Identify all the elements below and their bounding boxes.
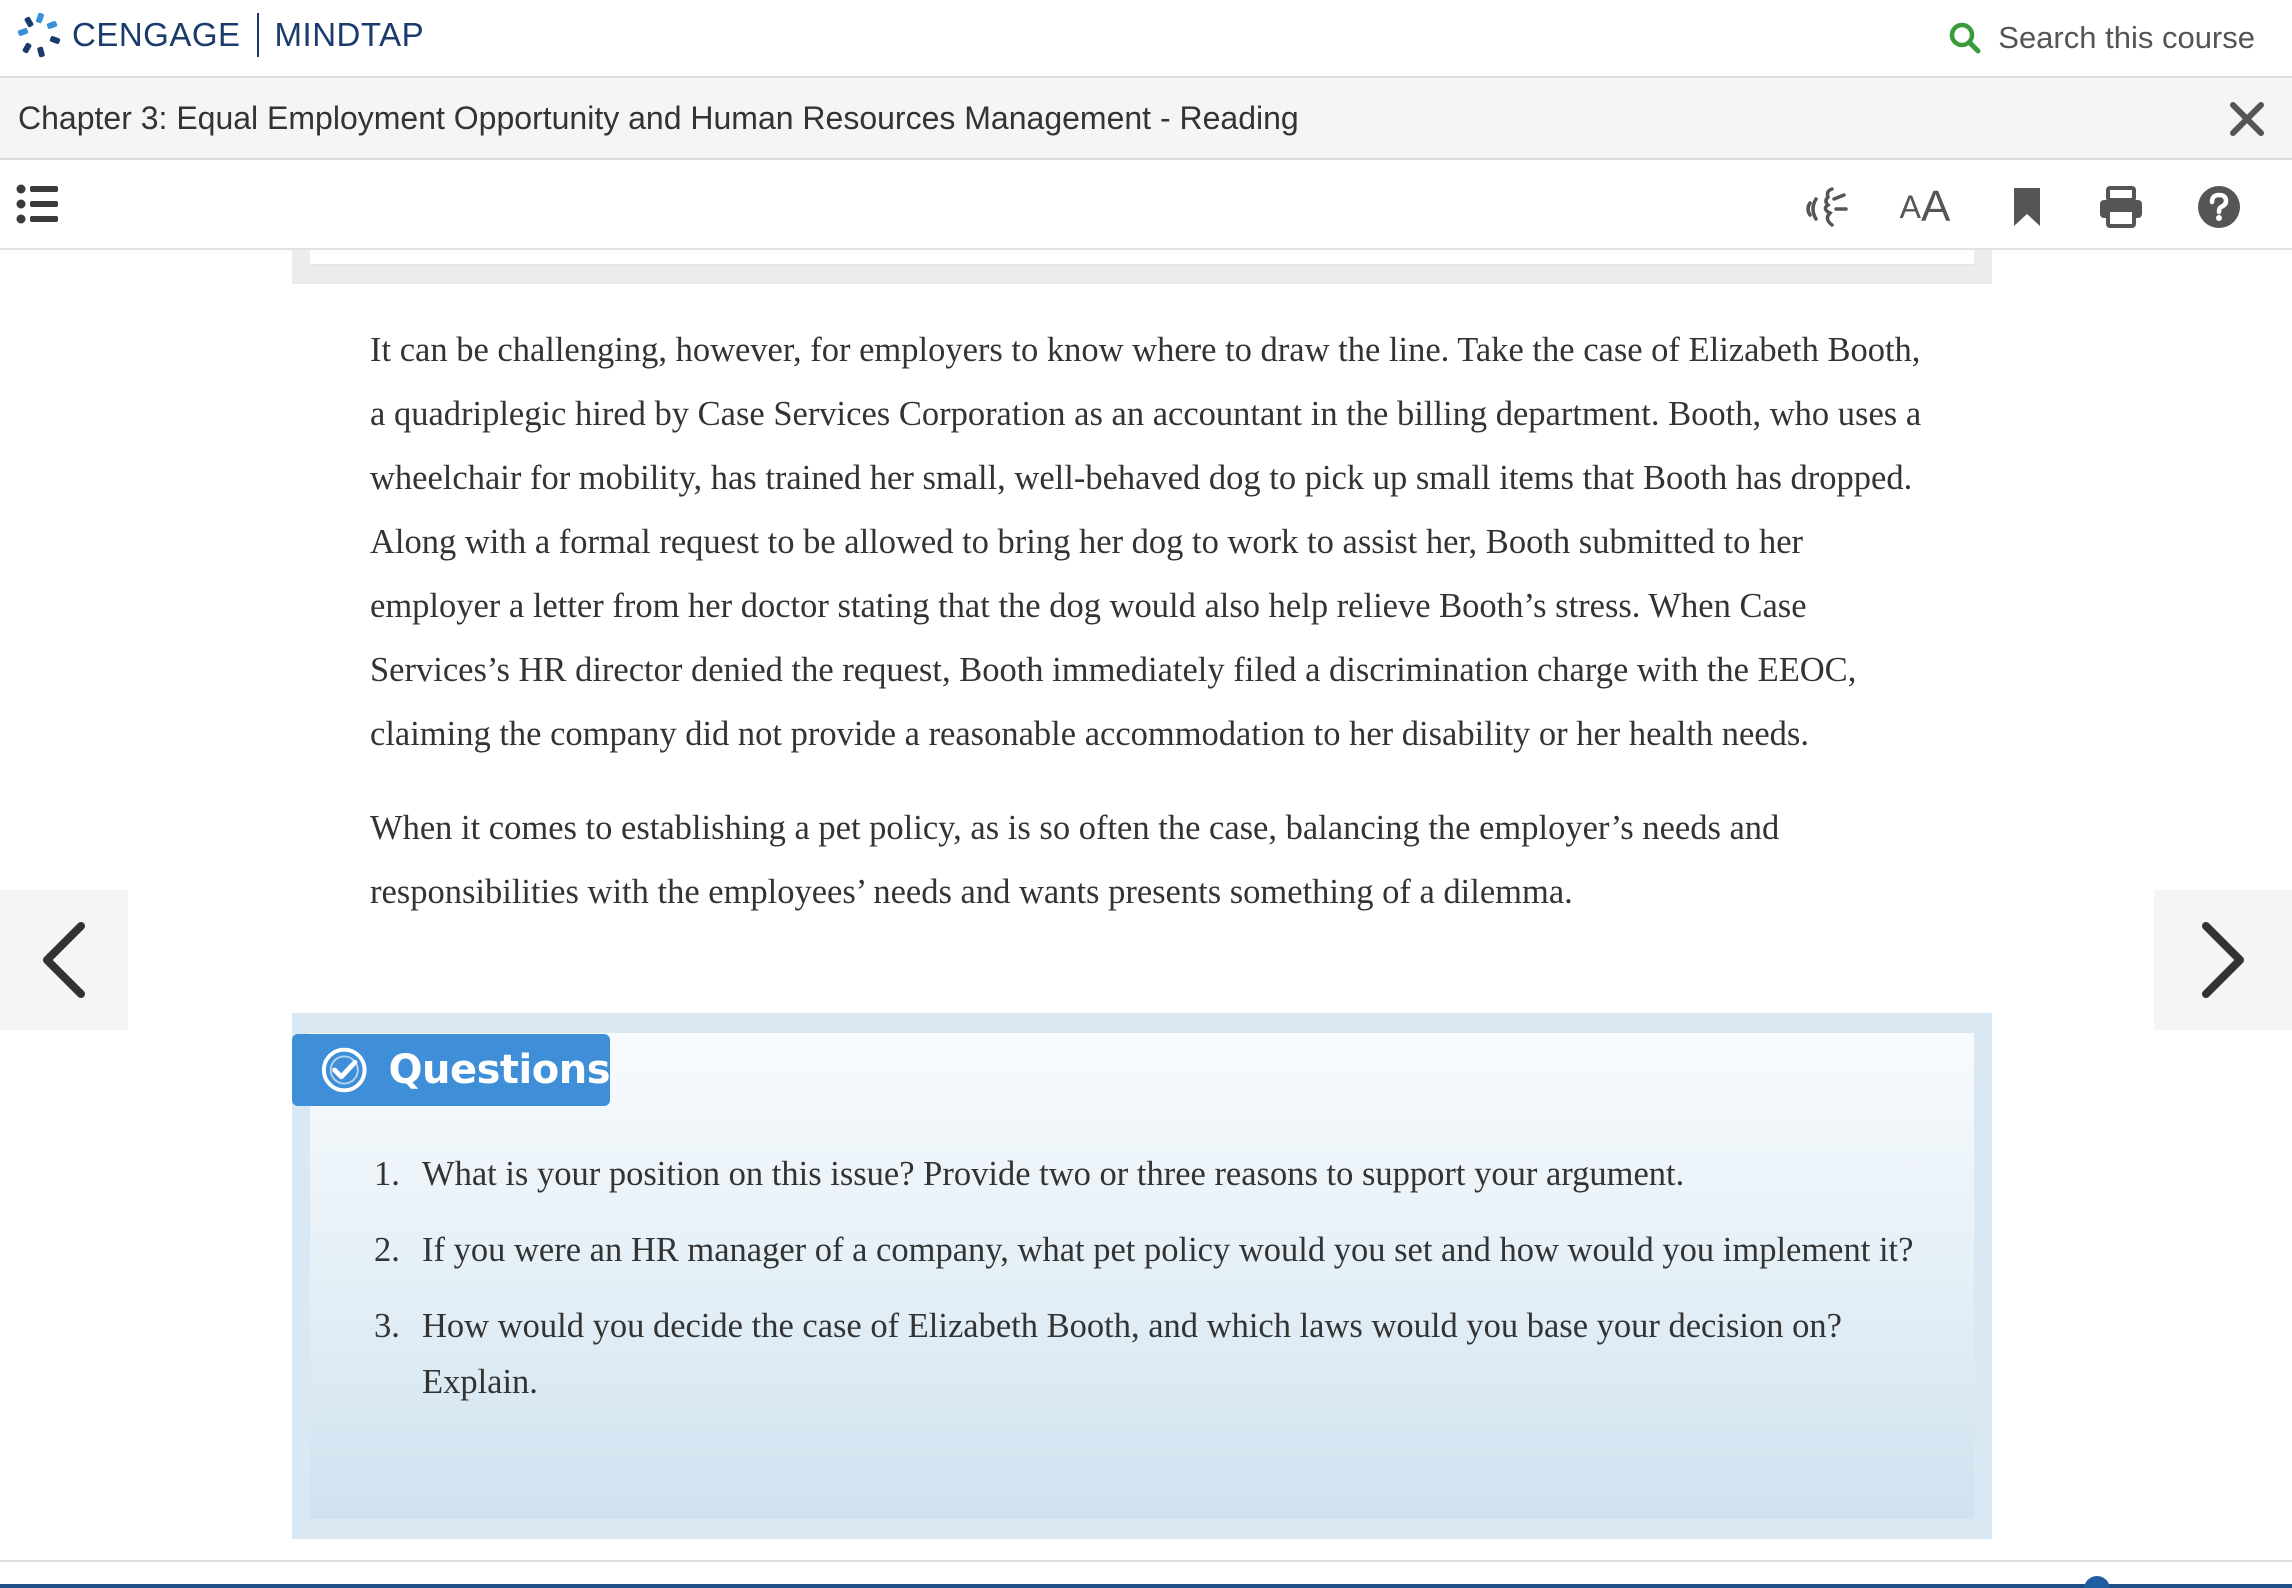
search-course-button[interactable]: Search this course xyxy=(1948,16,2255,60)
questions-heading-badge: Questions xyxy=(292,1034,610,1106)
paragraph: It can be challenging, however, for empl… xyxy=(370,331,1922,753)
previous-page-button[interactable] xyxy=(0,890,128,1030)
questions-heading: Questions xyxy=(388,1047,610,1093)
brand-divider xyxy=(256,13,259,57)
brand-name: CENGAGE xyxy=(72,16,241,53)
chevron-right-icon xyxy=(2202,922,2244,998)
list-item: 2. If you were an HR manager of a compan… xyxy=(370,1222,1950,1278)
question-number: 3. xyxy=(374,1307,400,1345)
print-button[interactable] xyxy=(2094,180,2148,234)
help-button[interactable] xyxy=(2192,180,2246,234)
brand[interactable]: CENGAGE MINDTAP xyxy=(16,10,424,60)
read-aloud-icon xyxy=(1806,187,1848,227)
chevron-left-icon xyxy=(43,922,85,998)
previous-section-box xyxy=(292,250,1992,284)
question-number: 2. xyxy=(374,1231,400,1269)
footer-divider xyxy=(0,1560,2292,1562)
question-number: 1. xyxy=(374,1155,400,1193)
cengage-logo-icon xyxy=(17,12,61,58)
paragraph: When it comes to establishing a pet poli… xyxy=(370,809,1780,911)
reading-content: It can be challenging, however, for empl… xyxy=(370,318,1930,924)
bookmark-button[interactable] xyxy=(2000,180,2054,234)
list-item: 1. What is your position on this issue? … xyxy=(370,1146,1950,1202)
bookmark-icon xyxy=(2014,188,2040,226)
reading-progress-bar[interactable] xyxy=(0,1584,2292,1588)
check-circle-icon xyxy=(321,1047,367,1093)
chapter-title: Chapter 3: Equal Employment Opportunity … xyxy=(18,100,1299,136)
reader-toolbar: A A xyxy=(0,160,2292,250)
previous-section-inner xyxy=(310,250,1974,266)
close-icon[interactable] xyxy=(2224,96,2270,142)
reading-progress-handle[interactable] xyxy=(2084,1576,2110,1588)
search-label: Search this course xyxy=(1998,20,2255,55)
question-text: How would you decide the case of Elizabe… xyxy=(422,1307,1842,1401)
list-item: 3. How would you decide the case of Eliz… xyxy=(370,1298,1950,1410)
print-icon xyxy=(2100,186,2142,228)
font-size-small-letter: A xyxy=(1899,188,1921,225)
read-aloud-button[interactable] xyxy=(1800,180,1854,234)
font-size-button[interactable]: A A xyxy=(1898,180,1952,234)
question-text: What is your position on this issue? Pro… xyxy=(422,1155,1685,1193)
chapter-title-bar: Chapter 3: Equal Employment Opportunity … xyxy=(0,78,2292,160)
question-text: If you were an HR manager of a company, … xyxy=(422,1231,1914,1269)
search-icon xyxy=(1950,22,1981,54)
help-icon xyxy=(2198,186,2240,228)
list-icon[interactable] xyxy=(16,182,60,226)
product-name: MINDTAP xyxy=(274,16,425,53)
questions-list: 1. What is your position on this issue? … xyxy=(370,1146,1950,1430)
top-bar: CENGAGE MINDTAP Search this course xyxy=(0,0,2292,78)
next-page-button[interactable] xyxy=(2154,890,2292,1030)
font-size-big-letter: A xyxy=(1920,182,1951,231)
